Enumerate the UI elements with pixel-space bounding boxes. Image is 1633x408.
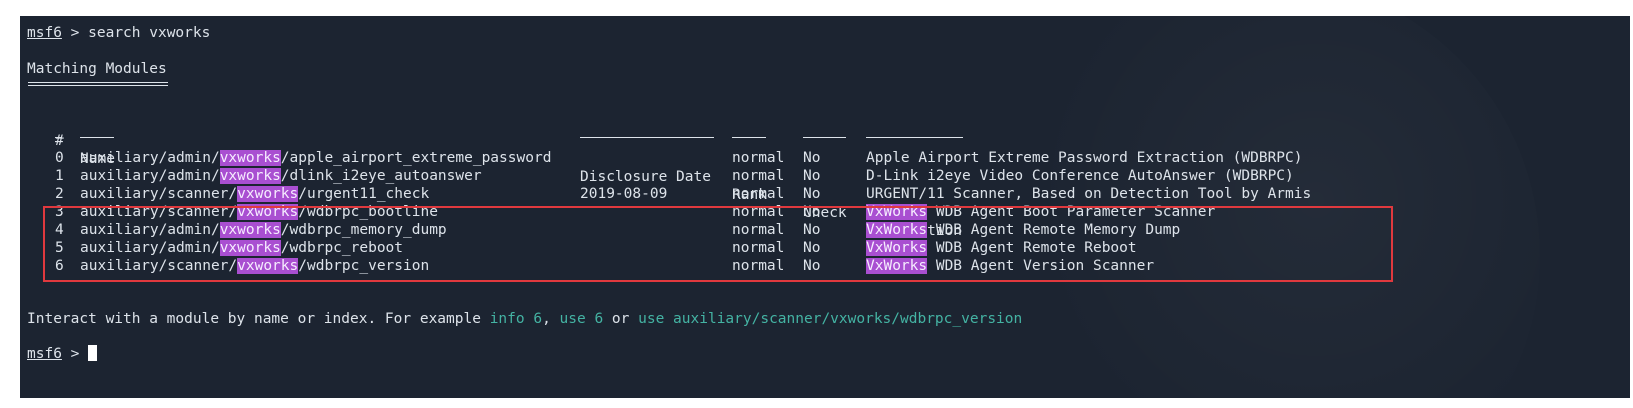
hint-command-use-path: use auxiliary/scanner/vxworks/wdbrpc_ver… <box>638 311 1023 327</box>
command-text: search vxworks <box>88 25 211 41</box>
table-row: 2 auxiliary/scanner/vxworks/urgent11_chec… <box>20 185 1420 203</box>
description-text: Apple Airport Extreme Password Extractio… <box>866 150 1303 166</box>
prompt-user: msf6 <box>27 346 62 362</box>
header-rule-date <box>580 137 714 138</box>
section-title-underline <box>28 82 168 86</box>
header-rule-name <box>80 137 114 138</box>
module-name: auxiliary/admin/vxworks/dlink_i2eye_auto… <box>80 167 482 185</box>
text-cursor <box>88 345 98 361</box>
check-value: No <box>803 186 821 202</box>
table-header-row: # Name Disclosure Date Rank Check Descri… <box>20 114 1420 239</box>
rank-value: normal <box>732 150 785 166</box>
header-rule-check <box>803 137 846 138</box>
prompt-line-2[interactable]: msf6 > <box>27 345 98 363</box>
disclosure-date: 2019-08-09 <box>580 186 668 202</box>
prompt-user: msf6 <box>27 25 62 41</box>
row-index: 2 <box>55 186 64 202</box>
header-rule-rank <box>732 137 766 138</box>
description-text: URGENT/11 Scanner, Based on Detection To… <box>866 186 1312 202</box>
section-title: Matching Modules <box>27 61 167 77</box>
col-header-num: # <box>55 133 64 149</box>
description-text: D-Link i2eye Video Conference AutoAnswer… <box>866 168 1294 184</box>
module-path-suffix: /apple_airport_extreme_password <box>280 150 552 166</box>
module-path-suffix: /urgent11_check <box>298 186 430 202</box>
hint-text-or: or <box>603 311 639 327</box>
module-path-suffix: /dlink_i2eye_autoanswer <box>280 168 482 184</box>
row-index: 1 <box>55 168 64 184</box>
check-value: No <box>803 150 821 166</box>
interact-hint-line: Interact with a module by name or index.… <box>27 310 1022 328</box>
hint-separator: , <box>542 311 560 327</box>
annotation-box <box>43 206 1393 282</box>
hint-command-info: info 6 <box>489 311 543 327</box>
check-value: No <box>803 168 821 184</box>
module-path-prefix: auxiliary/scanner/ <box>80 186 238 202</box>
hint-command-use-index: use 6 <box>559 311 604 327</box>
search-match-highlight: vxworks <box>219 168 281 184</box>
description: URGENT/11 Scanner, Based on Detection To… <box>866 185 1311 203</box>
search-match-highlight: vxworks <box>237 186 299 202</box>
terminal-window[interactable]: msf6 > search vxworks Matching Modules #… <box>20 16 1630 398</box>
module-name: auxiliary/scanner/vxworks/urgent11_check <box>80 185 429 203</box>
module-name: auxiliary/admin/vxworks/apple_airport_ex… <box>80 149 551 167</box>
rank-value: normal <box>732 186 785 202</box>
prompt-separator: > <box>61 346 89 362</box>
header-rule-desc <box>866 137 963 138</box>
module-path-prefix: auxiliary/admin/ <box>80 150 220 166</box>
rank-value: normal <box>732 168 785 184</box>
row-index: 0 <box>55 150 64 166</box>
description: D-Link i2eye Video Conference AutoAnswer… <box>866 167 1294 185</box>
prompt-separator: > <box>61 25 89 41</box>
table-row: 0 auxiliary/admin/vxworks/apple_airport_e… <box>20 149 1420 167</box>
description: Apple Airport Extreme Password Extractio… <box>866 149 1303 167</box>
prompt-line-1: msf6 > search vxworks <box>27 24 210 42</box>
table-row: 1 auxiliary/admin/vxworks/dlink_i2eye_aut… <box>20 167 1420 185</box>
module-path-prefix: auxiliary/admin/ <box>80 168 220 184</box>
header-rule-num <box>55 137 62 138</box>
hint-text: Interact with a module by name or index.… <box>27 311 490 327</box>
search-match-highlight: vxworks <box>219 150 281 166</box>
